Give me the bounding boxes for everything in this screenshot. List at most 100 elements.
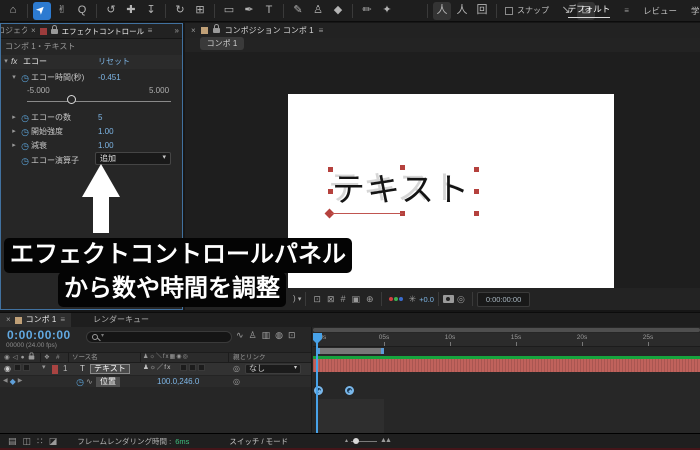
workspace-menu-icon[interactable]: ≡ — [624, 6, 629, 16]
transfer-controls-icon[interactable]: ∷ — [37, 436, 43, 447]
close-icon[interactable]: × — [6, 315, 11, 325]
rulers-icon[interactable]: ⊕ — [366, 294, 374, 305]
motion-blur-icon[interactable]: ◍ — [275, 330, 283, 341]
slider-track[interactable] — [27, 101, 171, 102]
prev-keyframe-icon[interactable]: ◀ — [3, 378, 8, 385]
work-area-end-handle[interactable] — [381, 348, 384, 354]
shape-tool[interactable]: ▭ — [220, 2, 238, 20]
workspace-tab-default[interactable]: デフォルト — [567, 4, 611, 18]
panel-menu-icon[interactable]: ≡ — [319, 26, 324, 36]
layer-label-swatch[interactable] — [52, 365, 58, 374]
hand-tool[interactable]: ✌ — [53, 2, 71, 20]
puppet-overlap-pin-icon[interactable]: 回 — [473, 2, 491, 20]
frame-blending-icon[interactable]: ▥ — [262, 330, 271, 341]
tab-overflow-icon[interactable]: » — [175, 26, 179, 36]
chevron-down-icon[interactable]: ▾ — [9, 74, 19, 82]
layer-switches[interactable]: ♟☼／fx — [143, 364, 171, 372]
exposure-value[interactable]: +0.0 — [419, 295, 434, 304]
orbit-camera-tool[interactable]: ↺ — [102, 2, 120, 20]
stopwatch-icon[interactable]: ◷ — [19, 127, 31, 138]
selection-handle[interactable] — [400, 165, 405, 170]
close-icon[interactable]: × — [31, 26, 36, 36]
grid-icon[interactable]: # — [341, 294, 346, 305]
selection-handle[interactable] — [474, 167, 479, 172]
timeline-pan-scrollbar[interactable] — [313, 328, 700, 332]
pen-tool[interactable]: ✒ — [240, 2, 258, 20]
param-value[interactable]: -0.451 — [98, 73, 121, 83]
guides-icon[interactable]: ▣ — [352, 294, 361, 305]
timeline-graph-area[interactable]: 00s 05s 10s 15s 20s 25s 30s — [313, 327, 700, 447]
selection-handle[interactable] — [474, 189, 479, 194]
tab-comp1[interactable]: × コンポ 1 ≡ — [0, 313, 72, 327]
lock-icon[interactable] — [212, 24, 220, 33]
mask-visibility-icon[interactable]: ⊠ — [327, 294, 335, 305]
layer-duration-bar[interactable] — [313, 359, 700, 372]
zoom-in-icon[interactable]: ▲▲ — [380, 437, 392, 445]
chevron-right-icon[interactable]: ▸ — [9, 114, 19, 122]
eraser-tool[interactable]: ◆ — [329, 2, 347, 20]
close-icon[interactable]: × — [191, 26, 196, 36]
selection-handle[interactable] — [328, 189, 333, 194]
chevron-down-icon[interactable]: ▾ — [42, 364, 46, 372]
workspace-tab-learn[interactable]: 学習 — [691, 6, 700, 16]
property-name[interactable]: 位置 — [96, 377, 120, 387]
snapshot-camera-icon[interactable] — [442, 295, 454, 303]
comp-tab-button[interactable]: コンポ 1 — [200, 37, 244, 50]
zoom-out-icon[interactable]: ▴ — [345, 438, 348, 445]
shy-footer-icon[interactable]: ◫ — [23, 436, 32, 447]
current-timecode[interactable]: 0:00:00:00 — [7, 328, 71, 342]
zoom-slider-track[interactable] — [351, 438, 378, 445]
tab-effect-controls[interactable]: エフェクトコントロール テキスト — [62, 27, 144, 36]
graph-icon[interactable]: ∿ — [86, 377, 93, 387]
am-pm-footer-icon[interactable]: ▤ — [8, 436, 17, 447]
audio-toggle-box[interactable] — [14, 364, 21, 371]
selection-handle[interactable] — [328, 167, 333, 172]
timeline-zoom-slider[interactable]: ▴ ▲▲ — [345, 437, 392, 445]
lock-icon[interactable] — [50, 24, 58, 34]
text-layer[interactable]: テキスト — [332, 170, 471, 210]
next-keyframe-icon[interactable]: ▶ — [18, 378, 23, 385]
roto-brush-tool[interactable]: ✏ — [358, 2, 376, 20]
puppet-starch-pin-icon[interactable]: 人 — [453, 2, 471, 20]
preview-timecode[interactable]: 0:00:00:00 — [476, 291, 531, 307]
draft-3d-icon[interactable]: ♙ — [249, 330, 257, 341]
rotation-tool[interactable]: ↻ — [171, 2, 189, 20]
search-input[interactable]: ▾ — [86, 331, 232, 343]
tab-project[interactable]: プロジェクト — [1, 26, 27, 36]
playhead-line[interactable] — [316, 333, 318, 446]
panel-menu-icon[interactable]: ≡ — [148, 26, 153, 36]
parent-pickwhip-icon[interactable]: ◎ — [233, 377, 240, 387]
effect-header-row[interactable]: ▾ fx エコー リセット — [1, 55, 182, 69]
param-value[interactable]: 1.00 — [98, 141, 114, 151]
reset-link[interactable]: リセット — [98, 57, 130, 67]
keyframe[interactable] — [345, 386, 354, 395]
pan-behind-tool[interactable]: ⊞ — [191, 2, 209, 20]
zoom-tool[interactable]: Q — [73, 2, 91, 20]
workspace-tab-review[interactable]: レビュー — [643, 6, 677, 16]
solo-toggle-box[interactable] — [23, 364, 30, 371]
composition-mini-flowchart-icon[interactable]: ∿ — [236, 330, 244, 341]
tab-render-queue[interactable]: レンダーキュー — [93, 315, 149, 325]
snap-toggle[interactable]: スナップ — [505, 6, 549, 16]
eye-icon[interactable]: ◉ — [4, 364, 11, 374]
home-icon[interactable]: ⌂ — [4, 2, 22, 20]
source-name-column-header[interactable]: ソース名 — [72, 354, 98, 362]
tab-composition[interactable]: コンポジション コンポ 1 — [225, 26, 314, 36]
layer-row[interactable]: ◉ ▾ 1 T テキスト ♟☼／fx ◎ なし ▾ — [0, 363, 311, 375]
stopwatch-icon[interactable]: ◷ — [19, 141, 31, 152]
stopwatch-icon[interactable]: ◷ — [19, 156, 31, 167]
parent-dropdown[interactable]: なし ▾ — [245, 364, 301, 374]
time-ruler[interactable]: 00s 05s 10s 15s 20s 25s 30s — [313, 333, 700, 347]
property-row-position[interactable]: ◀ ◆ ▶ ◷ ∿ 位置 100.0,246.0 ◎ — [0, 375, 311, 387]
stopwatch-icon[interactable]: ◷ — [74, 377, 86, 388]
pan-camera-tool[interactable]: ✚ — [122, 2, 140, 20]
brush-tool[interactable]: ✎ — [289, 2, 307, 20]
clone-stamp-tool[interactable]: ♙ — [309, 2, 327, 20]
snap-checkbox[interactable] — [505, 6, 513, 15]
layer-switch-boxes[interactable] — [180, 364, 205, 371]
magnification-dropdown[interactable]: ) ▾ — [293, 294, 301, 304]
property-value[interactable]: 100.0,246.0 — [157, 377, 199, 387]
puppet-pin-tool[interactable]: ✦ — [378, 2, 396, 20]
work-area-bar[interactable] — [317, 348, 384, 354]
switches-modes-toggle[interactable]: スイッチ / モード — [229, 437, 288, 446]
